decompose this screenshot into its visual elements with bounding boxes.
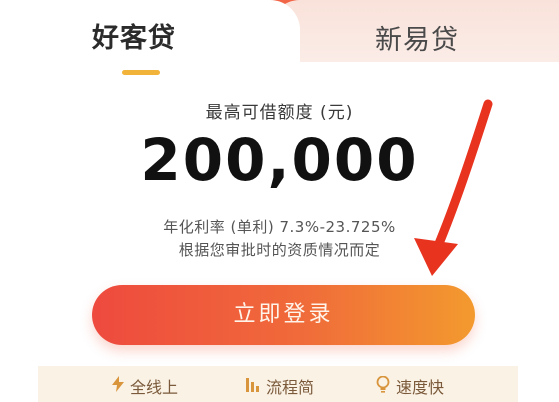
lightning-icon	[112, 376, 124, 396]
product-tabs: 好客贷 新易贷	[0, 0, 559, 75]
feature-online: 全线上	[112, 374, 178, 398]
bulb-icon	[376, 375, 390, 397]
bars-icon	[246, 376, 260, 396]
feature-fast: 速度快	[376, 374, 444, 398]
tab-haokedai[interactable]: 好客贷	[92, 16, 176, 55]
feature-simple-process: 流程简	[246, 374, 314, 398]
rate-note: 根据您审批时的资质情况而定	[178, 241, 381, 259]
interest-rate: 年化利率 (单利) 7.3%-23.725%	[163, 218, 396, 236]
limit-label: 最高可借额度 (元)	[205, 103, 354, 123]
tab-xinyidai[interactable]: 新易贷	[375, 18, 459, 57]
max-amount: 200,000	[140, 126, 419, 194]
feature-label: 流程简	[266, 378, 315, 397]
active-tab-indicator	[122, 70, 160, 75]
login-button[interactable]: 立即登录	[92, 285, 475, 345]
loan-app-screen: 好客贷 新易贷 最高可借额度 (元) 200,000 年化利率 (单利) 7.3…	[0, 0, 559, 402]
feature-label: 速度快	[396, 378, 445, 397]
feature-label: 全线上	[130, 378, 179, 397]
